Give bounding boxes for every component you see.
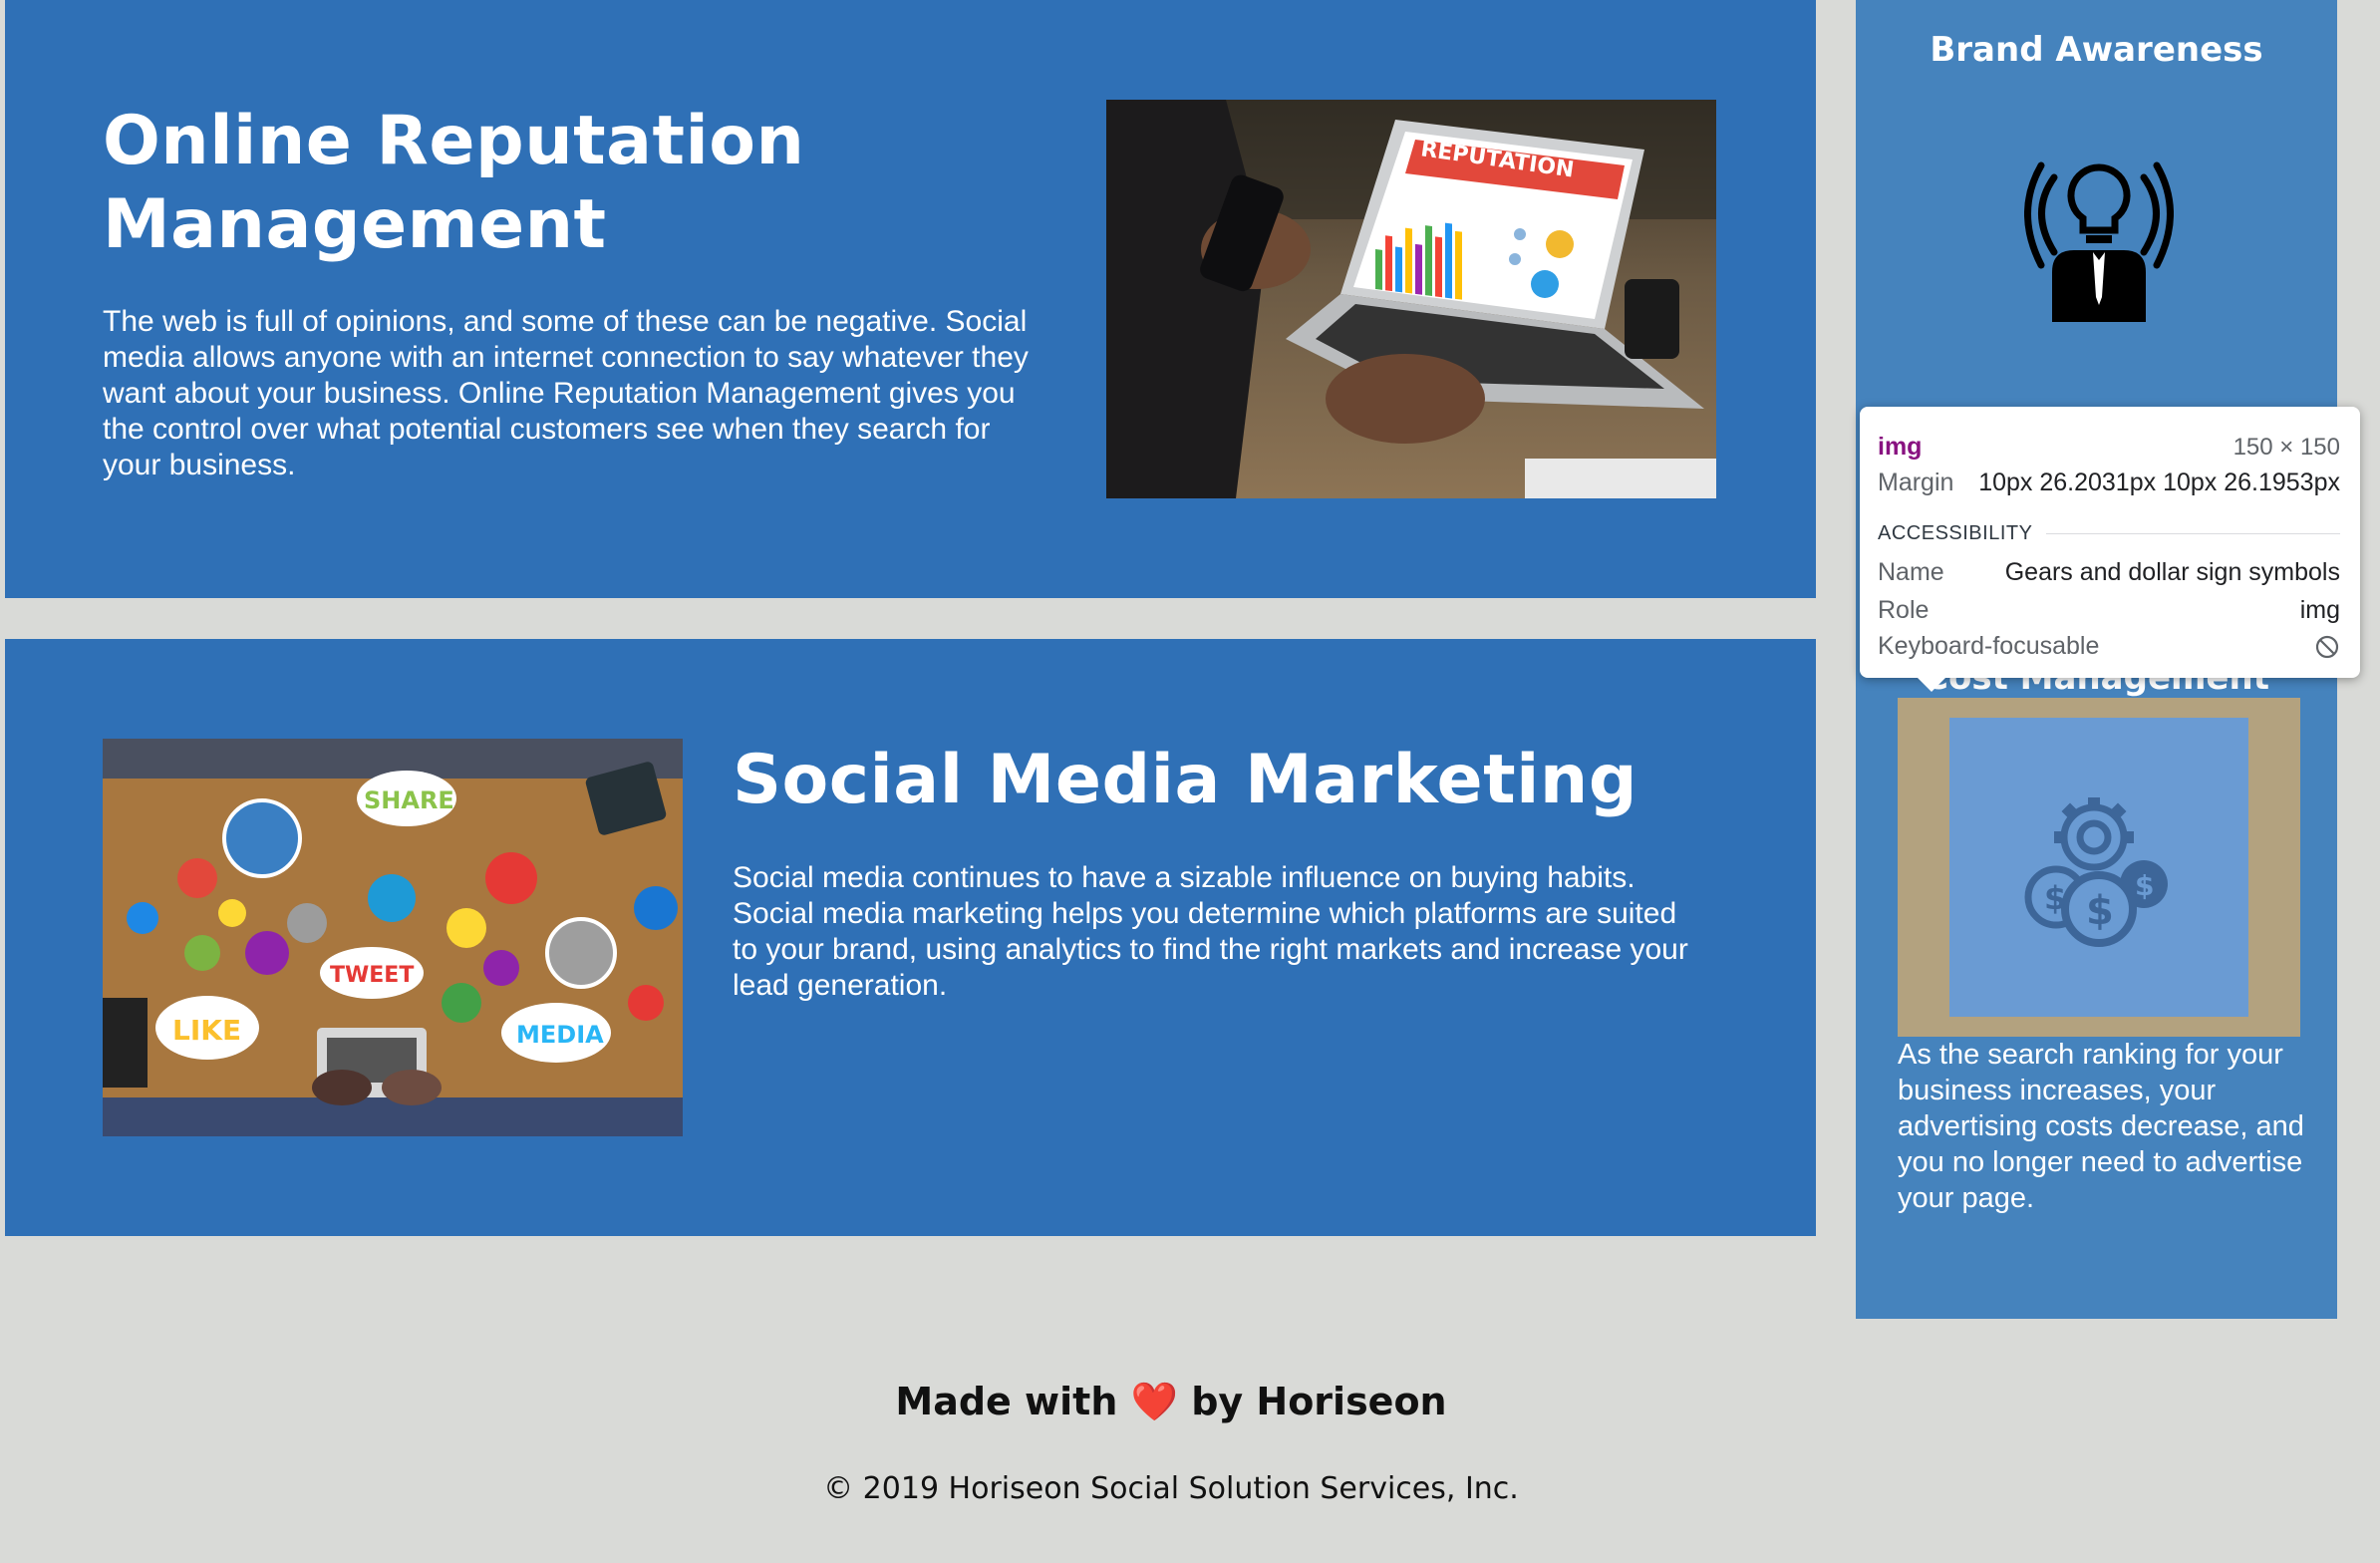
brand-awareness-heading: Brand Awareness (1930, 30, 2263, 70)
gears-dollar-icon: $ $ $ (2024, 797, 2168, 947)
tooltip-role-value: img (2299, 596, 2340, 624)
lightbulb-person-icon (2024, 161, 2174, 322)
reputation-laptop-image: REPUTATION (1106, 100, 1716, 498)
tooltip-focusable-label: Keyboard-focusable (1878, 632, 2100, 660)
footer-made-prefix: Made with (895, 1380, 1118, 1423)
tooltip-section-title: ACCESSIBILITY (1878, 522, 2033, 544)
tooltip-tag-name: img (1878, 433, 1923, 461)
social-media-table-image: SHARE TWEET LIKE MEDIA (103, 739, 683, 1136)
section-text: Social media continues to have a sizable… (733, 861, 1688, 1002)
online-reputation-management-section: Online Reputation Management The web is … (5, 0, 1816, 598)
section-divider (2046, 533, 2340, 534)
share-word: SHARE (364, 786, 454, 814)
section-text: The web is full of opinions, and some of… (103, 305, 1029, 481)
cost-image-content: $ $ $ (1949, 718, 2248, 1017)
svg-text:$: $ (2044, 879, 2066, 917)
tooltip-margin-label: Margin (1878, 469, 1954, 496)
tooltip-size: 150 × 150 (2232, 433, 2340, 461)
heart-icon: ❤️ (1130, 1380, 1178, 1423)
cost-image-highlight: $ $ $ (1898, 698, 2300, 1037)
svg-text:$: $ (2135, 869, 2154, 902)
tooltip-role-label: Role (1878, 596, 1930, 624)
section-title: Online Reputation Management (103, 102, 805, 264)
tooltip-accessibility-section: ACCESSIBILITY (1878, 522, 2340, 545)
social-media-marketing-section: SHARE TWEET LIKE MEDIA Social Media Mark… (5, 639, 1816, 1236)
section-title: Social Media Marketing (733, 741, 1638, 819)
tweet-word: TWEET (330, 963, 414, 988)
like-word: LIKE (172, 1014, 241, 1047)
devtools-inspect-tooltip: img 150 × 150 Margin 10px 26.2031px 10px… (1860, 407, 2360, 692)
tooltip-name-value: Gears and dollar sign symbols (2004, 558, 2340, 586)
cost-management-text: As the search ranking for your business … (1898, 1039, 2304, 1214)
footer-made-suffix: by Horiseon (1191, 1380, 1447, 1423)
footer-copyright: © 2019 Horiseon Social Solution Services… (823, 1471, 1519, 1506)
tooltip-arrow (1918, 678, 1945, 692)
footer-made-with: Made with ❤️ by Horiseon (0, 1380, 2342, 1424)
not-allowed-icon (2315, 635, 2339, 658)
tooltip-margin-value: 10px 26.2031px 10px 26.1953px (1978, 469, 2340, 496)
tooltip-name-label: Name (1878, 558, 1944, 586)
svg-text:$: $ (2086, 888, 2114, 934)
media-word: MEDIA (516, 1021, 604, 1049)
